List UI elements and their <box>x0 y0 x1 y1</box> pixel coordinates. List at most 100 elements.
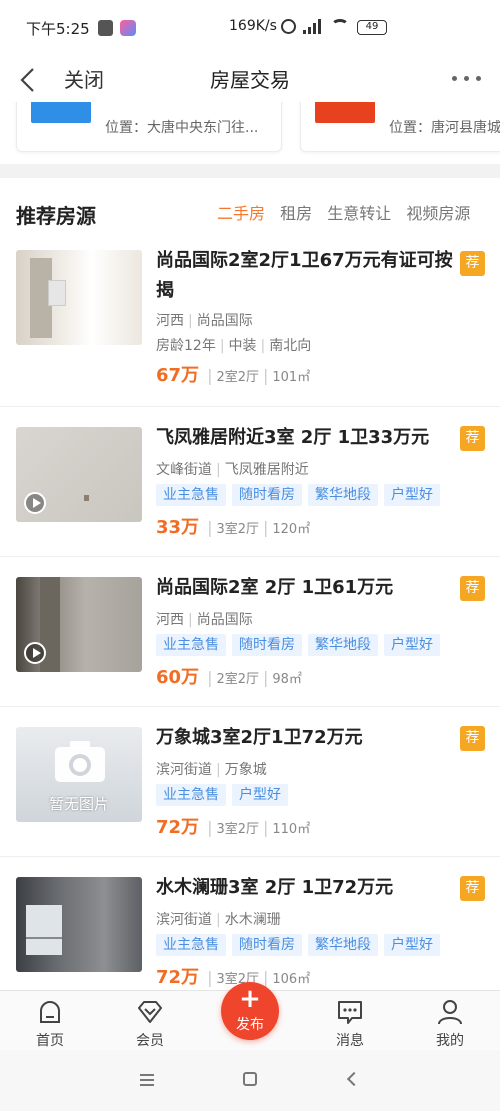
listing-price-row: 72万 | 3室2厅 | 110㎡ <box>156 817 311 838</box>
listing-district: 河西 <box>156 313 184 329</box>
tag: 业主急售 <box>156 784 226 806</box>
listing-community: 万象城 <box>224 762 267 778</box>
listing-layout: 3室2厅 <box>216 522 259 537</box>
partial-card[interactable]: 位置：唐河县唐城 <box>300 102 500 152</box>
section-divider <box>0 164 500 178</box>
tag: 户型好 <box>384 634 440 656</box>
play-icon <box>24 642 46 664</box>
listing-price-row: 67万 | 2室2厅 | 101㎡ <box>156 365 311 386</box>
tab-member[interactable]: 会员 <box>120 991 180 1051</box>
listing-decoration: 中装 <box>228 338 257 354</box>
listing-price-row: 60万 | 2室2厅 | 98㎡ <box>156 667 302 688</box>
tab-second-hand[interactable]: 二手房 <box>217 200 265 224</box>
listing-tags: 业主急售 户型好 <box>156 784 294 806</box>
listing-tags: 业主急售 随时看房 繁华地段 户型好 <box>156 934 446 956</box>
tab-label: 消息 <box>336 1033 364 1049</box>
listing-price: 60万 <box>156 667 200 688</box>
listing-community: 水木澜珊 <box>224 912 281 928</box>
listing-price-row: 33万 | 3室2厅 | 120㎡ <box>156 517 311 538</box>
listing-tags: 业主急售 随时看房 繁华地段 户型好 <box>156 484 446 506</box>
listing-price: 72万 <box>156 817 200 838</box>
recommend-badge: 荐 <box>460 576 485 601</box>
tag: 随时看房 <box>232 484 302 506</box>
listing-title: 万象城3室2厅1卫72万元 <box>156 727 363 748</box>
listing-area: 120㎡ <box>272 522 311 537</box>
tab-mine[interactable]: 我的 <box>420 991 480 1051</box>
more-icon[interactable] <box>452 76 482 82</box>
tab-messages[interactable]: 消息 <box>320 991 380 1051</box>
listing-community: 尚品国际 <box>196 313 253 329</box>
message-icon <box>338 1001 362 1024</box>
signal-icon <box>303 19 321 34</box>
listing-tags: 业主急售 随时看房 繁华地段 户型好 <box>156 634 446 656</box>
tag: 户型好 <box>232 784 288 806</box>
network-speed: 169K/s <box>229 18 277 34</box>
listing-item[interactable]: 飞凤雅居附近3室 2厅 1卫33万元 荐 文峰街道 | 飞凤雅居附近 业主急售 随时看… <box>0 407 500 557</box>
tab-home[interactable]: 首页 <box>20 991 80 1051</box>
listing-community: 尚品国际 <box>196 612 253 628</box>
plus-icon: + <box>239 984 261 1014</box>
page-title: 房屋交易 <box>210 68 290 92</box>
card-location: 位置：大唐中央东门往... <box>105 120 259 136</box>
listing-item[interactable]: 暂无图片 万象城3室2厅1卫72万元 荐 滨河街道 | 万象城 业主急售 户型好 72… <box>0 707 500 857</box>
partial-card[interactable]: 位置：大唐中央东门往... <box>16 102 282 152</box>
wifi-icon <box>331 19 349 33</box>
status-bar: 下午5:25 169K/s 49 <box>0 0 500 58</box>
listing-area: 106㎡ <box>272 972 311 987</box>
listing-photo <box>16 577 142 672</box>
listing-district: 滨河街道 <box>156 762 212 778</box>
listing-location: 文峰街道 | 飞凤雅居附近 <box>156 462 309 478</box>
tab-video-listings[interactable]: 视频房源 <box>406 200 470 224</box>
card-thumbnail <box>315 102 375 123</box>
listing-item[interactable]: 尚品国际2室2厅1卫67万元有证可按揭 荐 河西 | 尚品国际 房龄12年 | 中装 | 南… <box>0 246 500 407</box>
recommend-badge: 荐 <box>460 726 485 751</box>
listing-item[interactable]: 水木澜珊3室 2厅 1卫72万元 荐 滨河街道 | 水木澜珊 业主急售 随时看房 繁华地… <box>0 857 500 990</box>
menu-icon[interactable] <box>140 1074 154 1086</box>
listing-price: 67万 <box>156 365 200 386</box>
listing-price: 33万 <box>156 517 200 538</box>
camera-icon <box>55 741 105 782</box>
listing-price: 72万 <box>156 967 200 988</box>
listing-district: 文峰街道 <box>156 462 212 478</box>
play-icon <box>24 492 46 514</box>
listing-title: 飞凤雅居附近3室 2厅 1卫33万元 <box>156 427 430 448</box>
listing-location: 河西 | 尚品国际 <box>156 313 253 329</box>
listing-photo <box>16 250 142 345</box>
tag: 随时看房 <box>232 934 302 956</box>
listing-district: 河西 <box>156 612 184 628</box>
listing-age: 房龄12年 <box>156 338 216 354</box>
system-back-icon[interactable] <box>346 1071 362 1087</box>
listing-location: 滨河街道 | 水木澜珊 <box>156 912 281 928</box>
home-button-icon[interactable] <box>243 1072 257 1086</box>
listing-item[interactable]: 尚品国际2室 2厅 1卫61万元 荐 河西 | 尚品国际 业主急售 随时看房 繁华地段户… <box>0 557 500 707</box>
card-location: 位置：唐河县唐城 <box>389 120 500 136</box>
tab-business-transfer[interactable]: 生意转让 <box>327 200 391 224</box>
partial-cards-row: 位置：大唐中央东门往... 位置：唐河县唐城 <box>0 102 500 164</box>
listing-photo <box>16 877 142 972</box>
publish-button[interactable]: + 发布 <box>221 982 279 1040</box>
tab-rent[interactable]: 租房 <box>280 200 312 224</box>
listing-orientation: 南北向 <box>269 338 312 354</box>
nav-bar: 关闭 房屋交易 <box>0 58 500 102</box>
listing-area: 98㎡ <box>272 672 302 687</box>
recommend-badge: 荐 <box>460 426 485 451</box>
tab-label: 我的 <box>436 1033 464 1049</box>
no-image-text: 暂无图片 <box>48 795 109 813</box>
publish-label: 发布 <box>236 1017 264 1033</box>
listing-location: 滨河街道 | 万象城 <box>156 762 267 778</box>
tag: 业主急售 <box>156 934 226 956</box>
listing-layout: 2室2厅 <box>216 672 259 687</box>
alarm-icon <box>281 19 296 34</box>
recommend-header: 推荐房源 二手房 租房 生意转让 视频房源 <box>0 178 500 246</box>
listing-title: 尚品国际2室 2厅 1卫61万元 <box>156 577 394 598</box>
tag: 户型好 <box>384 484 440 506</box>
tab-label: 首页 <box>36 1033 64 1049</box>
recommend-badge: 荐 <box>460 251 485 276</box>
recommend-badge: 荐 <box>460 876 485 901</box>
tag: 随时看房 <box>232 634 302 656</box>
tag: 繁华地段 <box>308 634 378 656</box>
listing-area: 110㎡ <box>272 822 311 837</box>
listing-community: 飞凤雅居附近 <box>224 462 309 478</box>
listing-layout: 3室2厅 <box>216 822 259 837</box>
notification-app-icon <box>98 20 113 36</box>
